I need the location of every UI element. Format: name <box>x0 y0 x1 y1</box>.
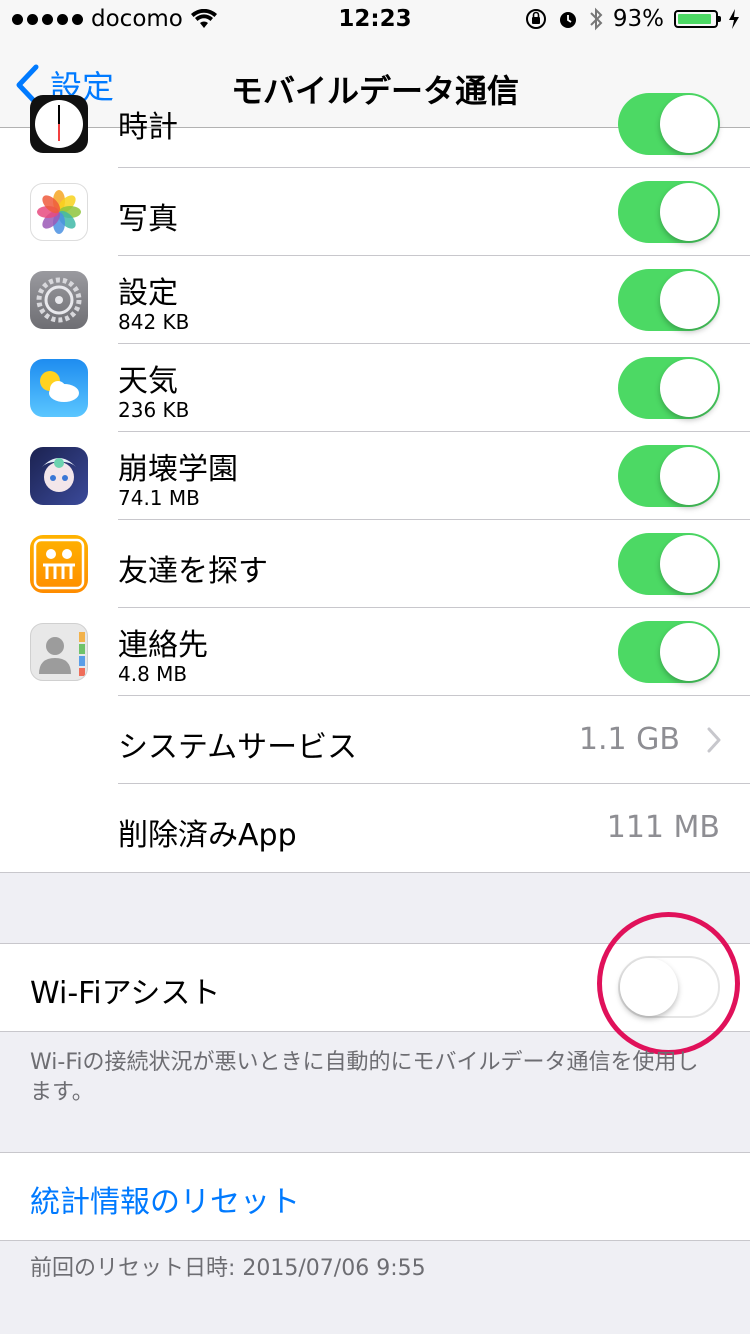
status-bar: docomo 12:23 93% <box>0 0 750 40</box>
bluetooth-icon <box>590 7 603 31</box>
app-name: 崩壊学園 <box>118 452 238 487</box>
last-reset-text: 前回のリセット日時: 2015/07/06 9:55 <box>30 1256 426 1281</box>
app-name: 天気 <box>118 364 178 399</box>
cellular-data-toggle[interactable] <box>618 621 720 683</box>
settings-icon <box>30 271 88 329</box>
app-list: 時計 写真 設定 842 KB 天気 236 KB 崩壊学園 74.1 MB 友… <box>0 93 750 873</box>
wifi-assist-description: Wi-Fiの接続状況が悪いときに自動的にモバイルデータ通信を使用します。 <box>30 1050 699 1105</box>
battery-percent: 93% <box>612 6 664 32</box>
app-name: 時計 <box>118 110 178 145</box>
app-name: 連絡先 <box>118 628 208 663</box>
data-usage: 842 KB <box>118 310 190 334</box>
app-name: 写真 <box>118 202 178 237</box>
game-icon <box>30 447 88 505</box>
data-usage: 74.1 MB <box>118 486 200 510</box>
clock-icon <box>30 95 88 153</box>
battery-icon <box>674 10 721 28</box>
list-item: 連絡先 4.8 MB <box>0 608 750 696</box>
list-item: 設定 842 KB <box>0 256 750 344</box>
reset-statistics-button[interactable]: 統計情報のリセット <box>30 1177 300 1221</box>
cellular-data-toggle[interactable] <box>618 357 720 419</box>
deleted-apps-value: 111 MB <box>606 810 720 845</box>
contacts-icon <box>30 623 88 681</box>
app-name: 設定 <box>118 276 178 311</box>
list-item: 写真 <box>0 168 750 256</box>
list-item: 崩壊学園 74.1 MB <box>0 432 750 520</box>
list-item: 天気 236 KB <box>0 344 750 432</box>
alarm-icon <box>559 12 576 28</box>
highlight-circle <box>597 912 740 1055</box>
chevron-right-icon <box>707 727 721 753</box>
system-services-value: 1.1 GB <box>578 722 680 757</box>
data-usage: 4.8 MB <box>118 662 188 686</box>
cellular-data-toggle[interactable] <box>618 533 720 595</box>
rotation-lock-icon <box>525 9 546 29</box>
find-friends-icon <box>30 535 88 593</box>
photos-icon <box>30 183 88 241</box>
reset-section: 統計情報のリセット <box>0 1152 750 1241</box>
weather-icon <box>30 359 88 417</box>
list-item: 時計 <box>0 80 750 168</box>
system-services-row[interactable]: システムサービス 1.1 GB <box>0 696 750 784</box>
cellular-data-toggle[interactable] <box>618 181 720 243</box>
list-item: 友達を探す <box>0 520 750 608</box>
cellular-data-toggle[interactable] <box>618 445 720 507</box>
deleted-apps-row: 削除済みApp 111 MB <box>0 784 750 872</box>
data-usage: 236 KB <box>118 398 190 422</box>
cellular-data-toggle[interactable] <box>618 93 720 155</box>
wifi-assist-label: Wi-Fiアシスト <box>30 976 221 1011</box>
charging-icon <box>729 9 739 29</box>
system-services-label: システムサービス <box>118 730 358 765</box>
app-name: 友達を探す <box>118 554 268 589</box>
deleted-apps-label: 削除済みApp <box>118 818 297 853</box>
cellular-data-toggle[interactable] <box>618 269 720 331</box>
